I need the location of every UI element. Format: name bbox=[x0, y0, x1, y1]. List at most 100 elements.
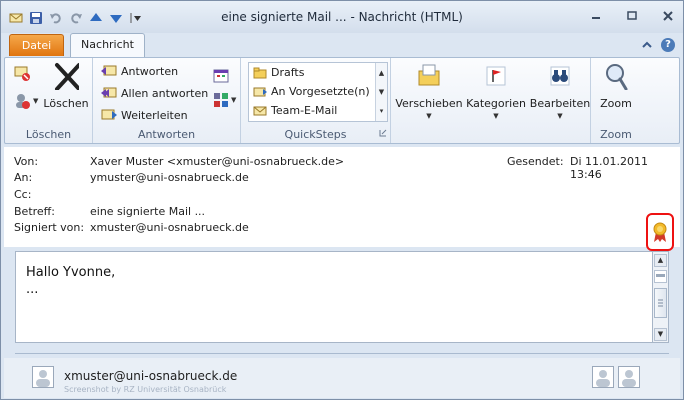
reply-all-label: Allen antworten bbox=[121, 86, 209, 100]
sent-value: Di 11.01.2011 13:46 bbox=[570, 155, 649, 181]
message-body[interactable]: Hallo Yvonne, ... bbox=[15, 251, 653, 343]
scroll-down-icon: ▼ bbox=[378, 87, 385, 96]
ribbon: ▼ Löschen Löschen Antworten Allen antwor… bbox=[4, 57, 680, 144]
people-pane-toggle-button[interactable] bbox=[618, 366, 640, 388]
group-zoom: Zoom Zoom bbox=[591, 58, 641, 143]
close-button[interactable] bbox=[659, 7, 677, 25]
flag-icon bbox=[486, 66, 506, 86]
scroll-up-icon: ▲ bbox=[378, 68, 385, 77]
quickstep-label: An Vorgesetzte(n) bbox=[271, 85, 370, 98]
person-icon bbox=[596, 370, 610, 387]
group-label-delete: Löschen bbox=[25, 128, 72, 141]
tab-file[interactable]: Datei bbox=[9, 34, 64, 56]
group-label-zoom: Zoom bbox=[600, 128, 632, 141]
group-label-respond: Antworten bbox=[137, 128, 196, 141]
group-move: Verschieben ▼ bbox=[391, 58, 465, 143]
scroll-down-button[interactable]: ▼ bbox=[654, 328, 667, 341]
signature-badge[interactable] bbox=[646, 213, 674, 251]
group-editing: Bearbeiten ▼ bbox=[527, 58, 591, 143]
people-pane-splitter[interactable] bbox=[15, 353, 669, 355]
reply-all-button[interactable]: Allen antworten bbox=[101, 86, 208, 100]
group-tags: Kategorien ▼ bbox=[465, 58, 527, 143]
person-block-icon bbox=[16, 94, 30, 109]
sent-label: Gesendet: bbox=[507, 155, 564, 168]
quicksteps-scroll[interactable]: ▲ ▼ ▾ bbox=[375, 63, 387, 121]
tab-message[interactable]: Nachricht bbox=[70, 33, 145, 58]
forward-button[interactable]: Weiterleiten bbox=[101, 108, 188, 122]
scroll-thumb[interactable] bbox=[654, 288, 667, 318]
ignore-icon[interactable] bbox=[13, 64, 31, 85]
meeting-icon[interactable] bbox=[213, 68, 231, 87]
zoom-button[interactable]: Zoom bbox=[591, 62, 641, 110]
cc-label: Cc: bbox=[14, 188, 32, 201]
to-label: An: bbox=[14, 171, 33, 184]
people-view-button[interactable] bbox=[592, 366, 614, 388]
editing-button[interactable]: Bearbeiten ▼ bbox=[529, 62, 591, 120]
ruler-icon bbox=[656, 274, 665, 277]
message-header: Von: Xaver Muster <xmuster@uni-osnabruec… bbox=[4, 147, 680, 251]
body-scrollbar[interactable]: ▲ ▼ bbox=[653, 251, 669, 343]
junk-button[interactable]: ▼ bbox=[13, 92, 38, 110]
forward-to-manager-icon bbox=[253, 87, 267, 96]
scroll-up-button[interactable]: ▲ bbox=[654, 254, 667, 267]
to-value[interactable]: ymuster@uni-osnabrueck.de bbox=[90, 171, 249, 184]
quickstep-item[interactable]: Team-E-Mail bbox=[249, 101, 387, 120]
quicksteps-gallery: Drafts An Vorgesetzte(n) Team-E-Mail ▲ ▼… bbox=[248, 62, 388, 122]
subject-label: Betreff: bbox=[14, 205, 55, 218]
from-label: Von: bbox=[14, 155, 39, 168]
group-delete: ▼ Löschen Löschen bbox=[5, 58, 93, 143]
quickstep-item[interactable]: An Vorgesetzte(n) bbox=[249, 82, 387, 101]
group-respond: Antworten Allen antworten Weiterleiten ▼… bbox=[93, 58, 241, 143]
categorize-label: Kategorien bbox=[466, 97, 526, 110]
zoom-label: Zoom bbox=[600, 97, 632, 110]
delete-label: Löschen bbox=[43, 97, 89, 110]
editing-label: Bearbeiten bbox=[529, 97, 591, 110]
quickstep-label: Drafts bbox=[271, 66, 305, 79]
group-label-quicksteps: QuickSteps bbox=[284, 128, 347, 141]
delete-button[interactable]: Löschen bbox=[43, 62, 89, 110]
more-respond-icon bbox=[214, 93, 228, 107]
binoculars-icon bbox=[550, 66, 570, 86]
categorize-button[interactable]: Kategorien ▼ bbox=[465, 62, 527, 120]
reply-button[interactable]: Antworten bbox=[101, 64, 178, 78]
move-label: Verschieben bbox=[395, 97, 463, 110]
certificate-ribbon-icon bbox=[653, 222, 667, 242]
collapse-ribbon-icon[interactable] bbox=[641, 38, 653, 52]
help-icon[interactable]: ? bbox=[661, 38, 675, 52]
watermark: Screenshot by RZ Universität Osnabrück bbox=[64, 385, 227, 394]
minimize-icon bbox=[592, 17, 600, 19]
ruler-toggle-button[interactable] bbox=[654, 270, 667, 283]
delete-x-icon bbox=[55, 63, 81, 91]
help-controls: ? bbox=[641, 38, 675, 52]
people-pane: xmuster@uni-osnabrueck.de Screenshot by … bbox=[4, 358, 680, 398]
people-pane-name[interactable]: xmuster@uni-osnabrueck.de bbox=[64, 369, 237, 383]
person-icon bbox=[36, 370, 50, 387]
maximize-icon bbox=[627, 11, 637, 20]
window-controls bbox=[587, 7, 677, 25]
move-folder-icon bbox=[418, 64, 440, 86]
group-quicksteps: Drafts An Vorgesetzte(n) Team-E-Mail ▲ ▼… bbox=[241, 58, 391, 143]
close-icon bbox=[663, 11, 673, 21]
reply-icon bbox=[101, 65, 117, 76]
more-respond-button[interactable]: ▼ bbox=[213, 92, 236, 108]
message-window: eine signierte Mail ... - Nachricht (HTM… bbox=[0, 0, 684, 400]
reply-all-icon bbox=[101, 87, 117, 98]
team-email-icon bbox=[253, 106, 267, 115]
avatar[interactable] bbox=[32, 366, 54, 388]
person-icon bbox=[622, 370, 636, 387]
body-line: Hallo Yvonne, bbox=[26, 265, 116, 280]
quickstep-item[interactable]: Drafts bbox=[249, 63, 387, 82]
move-button[interactable]: Verschieben ▼ bbox=[395, 62, 463, 120]
signed-by-value: xmuster@uni-osnabrueck.de bbox=[90, 221, 249, 234]
window-title: eine signierte Mail ... - Nachricht (HTM… bbox=[221, 10, 463, 24]
reply-label: Antworten bbox=[121, 64, 179, 78]
forward-icon bbox=[101, 109, 117, 120]
folder-icon bbox=[253, 67, 267, 78]
from-value[interactable]: Xaver Muster <xmuster@uni-osnabrueck.de> bbox=[90, 155, 344, 168]
signed-by-label: Signiert von: bbox=[14, 221, 85, 234]
more-icon: ▾ bbox=[379, 107, 384, 116]
maximize-button[interactable] bbox=[623, 7, 641, 25]
magnifier-icon bbox=[606, 64, 628, 91]
forward-label: Weiterleiten bbox=[121, 108, 188, 122]
minimize-button[interactable] bbox=[587, 7, 605, 25]
